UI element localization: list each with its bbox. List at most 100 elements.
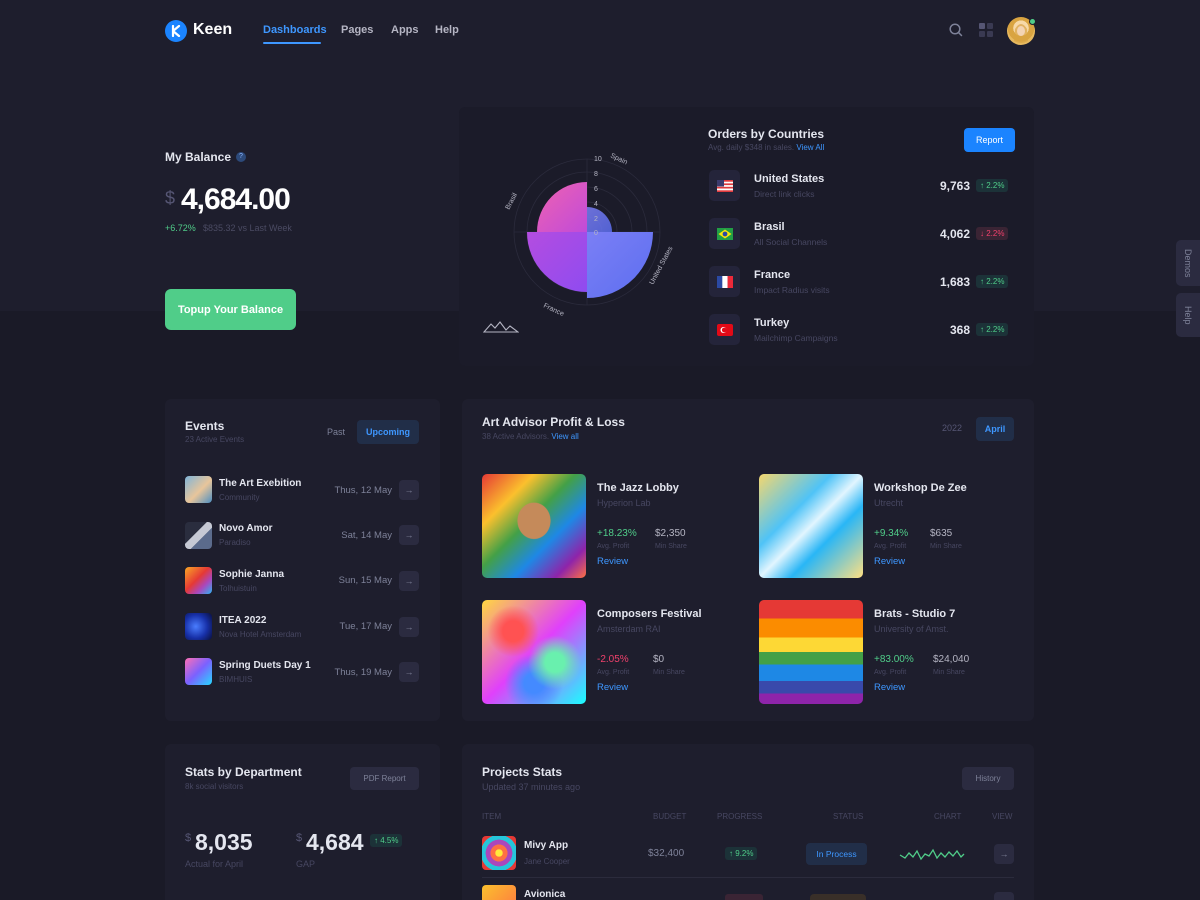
art-image bbox=[482, 600, 586, 704]
project-view-button[interactable]: → bbox=[994, 844, 1014, 864]
art-share-value: $2,350 bbox=[655, 528, 686, 539]
project-owner: Jane Cooper bbox=[524, 857, 570, 866]
event-open-button[interactable]: → bbox=[399, 571, 419, 591]
art-profit-value: +9.34% bbox=[874, 528, 909, 539]
flag-us-icon bbox=[709, 170, 740, 201]
art-share-value: $635 bbox=[930, 528, 953, 539]
flag-brazil-icon bbox=[709, 218, 740, 249]
art-view-all-link[interactable]: View all bbox=[551, 432, 578, 441]
art-share-value: $24,040 bbox=[933, 654, 970, 665]
country-value: 4,062 bbox=[939, 227, 970, 241]
event-date: Thus, 19 May bbox=[334, 667, 392, 678]
online-status-dot bbox=[1029, 18, 1036, 25]
project-thumbnail bbox=[482, 885, 516, 900]
help-question-icon[interactable]: ? bbox=[236, 152, 246, 162]
event-sub: Nova Hotel Amsterdam bbox=[219, 630, 302, 639]
country-name: United States bbox=[754, 173, 825, 185]
art-item-title: Workshop De Zee bbox=[874, 482, 967, 494]
event-sub: Tolhuistuin bbox=[219, 584, 257, 593]
change-badge-up: ↑ 2.2% bbox=[976, 275, 1009, 288]
art-profit-label: Avg. Profit bbox=[597, 543, 630, 550]
event-thumbnail bbox=[185, 476, 212, 503]
art-review-link[interactable]: Review bbox=[874, 682, 905, 693]
art-item-title: Brats - Studio 7 bbox=[874, 608, 956, 620]
country-name: Turkey bbox=[754, 317, 790, 329]
project-thumbnail bbox=[482, 836, 516, 870]
keen-logo-icon[interactable] bbox=[165, 20, 187, 42]
art-share-value: $0 bbox=[653, 654, 665, 665]
polar-slice-united-states bbox=[587, 232, 653, 298]
column-header-chart: CHART bbox=[934, 812, 962, 821]
project-progress-badge bbox=[725, 894, 763, 900]
art-review-link[interactable]: Review bbox=[597, 682, 628, 693]
tick-2: 2 bbox=[594, 216, 598, 223]
projects-title: Projects Stats bbox=[482, 765, 563, 779]
country-sub: Mailchimp Campaigns bbox=[754, 333, 838, 343]
event-title: ITEA 2022 bbox=[219, 615, 267, 626]
nav-active-indicator bbox=[263, 42, 321, 44]
tick-6: 6 bbox=[594, 186, 598, 193]
event-thumbnail bbox=[185, 567, 212, 594]
project-status-badge: In Process bbox=[806, 843, 867, 865]
column-header-progress: PROGRESS bbox=[717, 812, 763, 821]
event-open-button[interactable]: → bbox=[399, 480, 419, 500]
event-open-button[interactable]: → bbox=[399, 617, 419, 637]
event-thumbnail bbox=[185, 658, 212, 685]
report-button[interactable]: Report bbox=[964, 128, 1015, 152]
mountain-icon bbox=[482, 320, 520, 339]
gap-value: 4,684 bbox=[306, 829, 364, 855]
event-title: Spring Duets Day 1 bbox=[219, 660, 311, 671]
apps-grid-icon[interactable] bbox=[978, 22, 994, 38]
project-name: Mivy App bbox=[524, 840, 569, 851]
art-item-title: Composers Festival bbox=[597, 608, 702, 620]
art-share-label: Min Share bbox=[933, 669, 965, 676]
upcoming-tab[interactable]: Upcoming bbox=[357, 420, 419, 444]
flag-turkey-icon bbox=[709, 314, 740, 345]
nav-pages[interactable]: Pages bbox=[341, 24, 373, 36]
column-header-status: STATUS bbox=[833, 812, 864, 821]
dept-title: Stats by Department bbox=[185, 765, 302, 779]
tick-10: 10 bbox=[594, 156, 602, 163]
project-view-button[interactable] bbox=[994, 892, 1014, 900]
art-review-link[interactable]: Review bbox=[597, 556, 628, 567]
art-item-sub: Hyperion Lab bbox=[597, 498, 651, 508]
search-icon[interactable] bbox=[948, 22, 964, 38]
orders-view-all-link[interactable]: View All bbox=[796, 143, 824, 152]
event-sub: Community bbox=[219, 493, 260, 502]
month-filter-button[interactable]: April bbox=[976, 417, 1014, 441]
row-divider bbox=[482, 877, 1014, 878]
country-name: France bbox=[754, 269, 791, 281]
nav-apps[interactable]: Apps bbox=[391, 24, 419, 36]
balance-amount: 4,684.00 bbox=[181, 183, 291, 216]
logo-text[interactable]: Keen bbox=[193, 21, 232, 39]
art-image bbox=[482, 474, 586, 578]
topup-balance-button[interactable]: Topup Your Balance bbox=[165, 289, 296, 330]
event-open-button[interactable]: → bbox=[399, 525, 419, 545]
events-subtitle: 23 Active Events bbox=[185, 435, 245, 444]
country-value: 1,683 bbox=[939, 275, 970, 289]
polar-label-us: United States bbox=[649, 245, 675, 286]
art-profit-label: Avg. Profit bbox=[874, 543, 907, 550]
past-tab[interactable]: Past bbox=[327, 427, 345, 437]
art-share-label: Min Share bbox=[655, 543, 687, 550]
art-review-link[interactable]: Review bbox=[874, 556, 905, 567]
demos-side-tab[interactable]: Demos bbox=[1176, 240, 1200, 286]
art-title: Art Advisor Profit & Loss bbox=[482, 415, 625, 429]
history-button[interactable]: History bbox=[962, 767, 1014, 790]
event-sub: BIMHUIS bbox=[219, 675, 253, 684]
year-filter[interactable]: 2022 bbox=[942, 423, 962, 433]
orders-subtitle: Avg. daily $348 in sales. View All bbox=[708, 143, 825, 152]
art-share-label: Min Share bbox=[930, 543, 962, 550]
event-sub: Paradiso bbox=[219, 538, 251, 547]
projects-subtitle: Updated 37 minutes ago bbox=[482, 782, 581, 792]
nav-dashboards[interactable]: Dashboards bbox=[263, 24, 327, 36]
help-side-tab[interactable]: Help bbox=[1176, 293, 1200, 337]
pdf-report-button[interactable]: PDF Report bbox=[350, 767, 419, 790]
event-date: Thus, 12 May bbox=[334, 485, 392, 496]
change-badge-up: ↑ 2.2% bbox=[976, 179, 1009, 192]
country-sub: Direct link clicks bbox=[754, 189, 815, 199]
event-open-button[interactable]: → bbox=[399, 662, 419, 682]
project-sparkline bbox=[899, 848, 965, 861]
event-title: Sophie Janna bbox=[219, 569, 285, 580]
nav-help[interactable]: Help bbox=[435, 24, 459, 36]
